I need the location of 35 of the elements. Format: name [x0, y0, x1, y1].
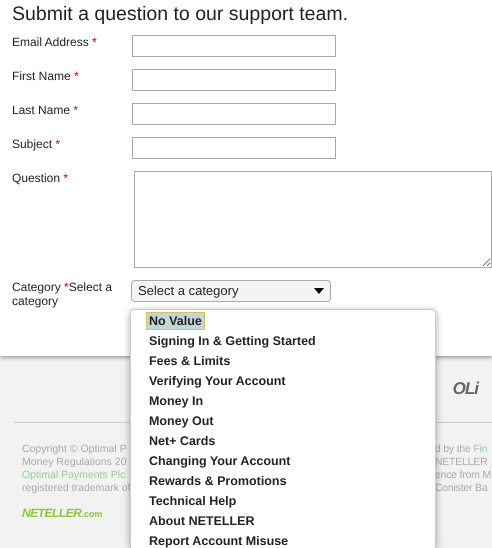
question-field[interactable]	[134, 171, 492, 268]
dropdown-option[interactable]: Report Account Misuse	[147, 531, 290, 548]
copyright-text: ence from M	[434, 469, 491, 482]
field-label: Last Name *	[12, 103, 80, 119]
dropdown-option[interactable]: About NETELLER	[147, 511, 257, 531]
field-label: First Name *	[12, 69, 80, 85]
dropdown-option[interactable]: No Value	[146, 312, 205, 330]
field-label: Email Address *	[12, 35, 98, 51]
dropdown-option[interactable]: Fees & Limits	[147, 351, 232, 371]
copyright-text: Conister Ba	[434, 482, 489, 495]
dropdown-option[interactable]: Signing In & Getting Started	[147, 331, 318, 351]
text-field[interactable]	[132, 35, 336, 57]
copyright-text: NETELLER	[434, 456, 489, 469]
neteller-logo: NETELLER.com	[22, 505, 102, 522]
text-field[interactable]	[132, 103, 336, 125]
field-label: Category *Select a category	[12, 280, 114, 308]
partner-logo: OLi	[452, 378, 478, 400]
field-label: Question *	[12, 171, 70, 187]
dropdown-option[interactable]: Technical Help	[147, 491, 238, 511]
category-select[interactable]: Select a category	[131, 280, 331, 302]
dropdown-option[interactable]: Verifying Your Account	[147, 371, 288, 391]
dropdown-option[interactable]: Money In	[147, 391, 206, 411]
text-field[interactable]	[132, 69, 336, 91]
copyright-text: Money Regulations 20	[22, 456, 128, 469]
dropdown-option[interactable]: Net+ Cards	[147, 431, 218, 451]
copyright-text: Optimal Payments Plc	[22, 469, 126, 482]
copyright-text: Copyright © Optimal P	[22, 443, 128, 456]
page-title: Submit a question to our support team.	[12, 2, 350, 26]
copyright-text: registered trademark of	[22, 482, 131, 495]
dropdown-option[interactable]: Rewards & Promotions	[147, 471, 289, 491]
caret-icon	[314, 288, 324, 294]
field-label: Subject *	[12, 137, 62, 153]
text-field[interactable]	[132, 137, 336, 159]
dropdown-option[interactable]: Changing Your Account	[147, 451, 292, 471]
dropdown-option[interactable]: Money Out	[147, 411, 216, 431]
